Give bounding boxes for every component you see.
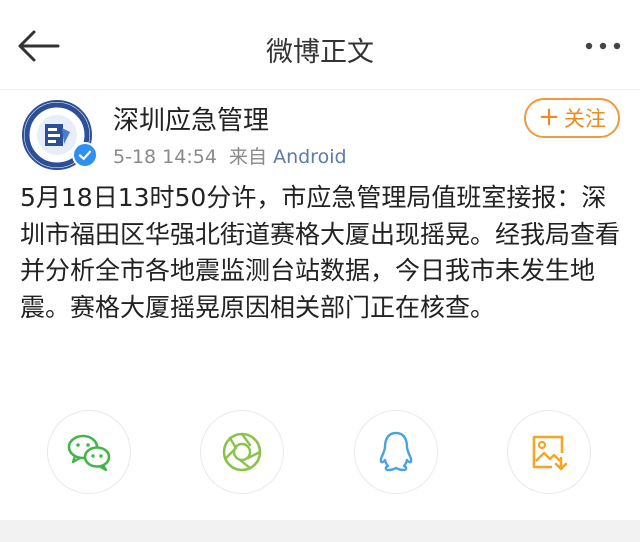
page-title: 微博正文 (266, 37, 374, 68)
more-options-icon[interactable] (580, 28, 626, 64)
save-image-button[interactable] (507, 410, 591, 494)
bottom-strip (0, 520, 640, 542)
verified-badge-icon (72, 142, 98, 168)
post-date: 5-18 14:54 (113, 146, 217, 168)
share-moments-button[interactable] (200, 410, 284, 494)
plus-icon: + (538, 102, 560, 132)
moments-icon (222, 432, 262, 472)
source-prefix: 来自 (229, 146, 268, 168)
follow-button[interactable]: + 关注 (524, 98, 620, 138)
qq-icon (379, 431, 413, 472)
post-meta: 5-18 14:54 来自 Android (113, 142, 347, 169)
follow-label: 关注 (563, 107, 606, 131)
save-image-icon (532, 435, 568, 471)
wechat-icon (67, 434, 111, 472)
post-text: 5月18日13时50分许，市应急管理局值班室接报：深圳市福田区华强北街道赛格大厦… (20, 183, 621, 322)
author-name[interactable]: 深圳应急管理 (113, 100, 269, 137)
share-wechat-button[interactable] (47, 410, 131, 494)
top-bar: 微博正文 (0, 0, 640, 90)
post-source: Android (273, 146, 347, 168)
share-qq-button[interactable] (354, 410, 438, 494)
header-divider (0, 89, 640, 90)
